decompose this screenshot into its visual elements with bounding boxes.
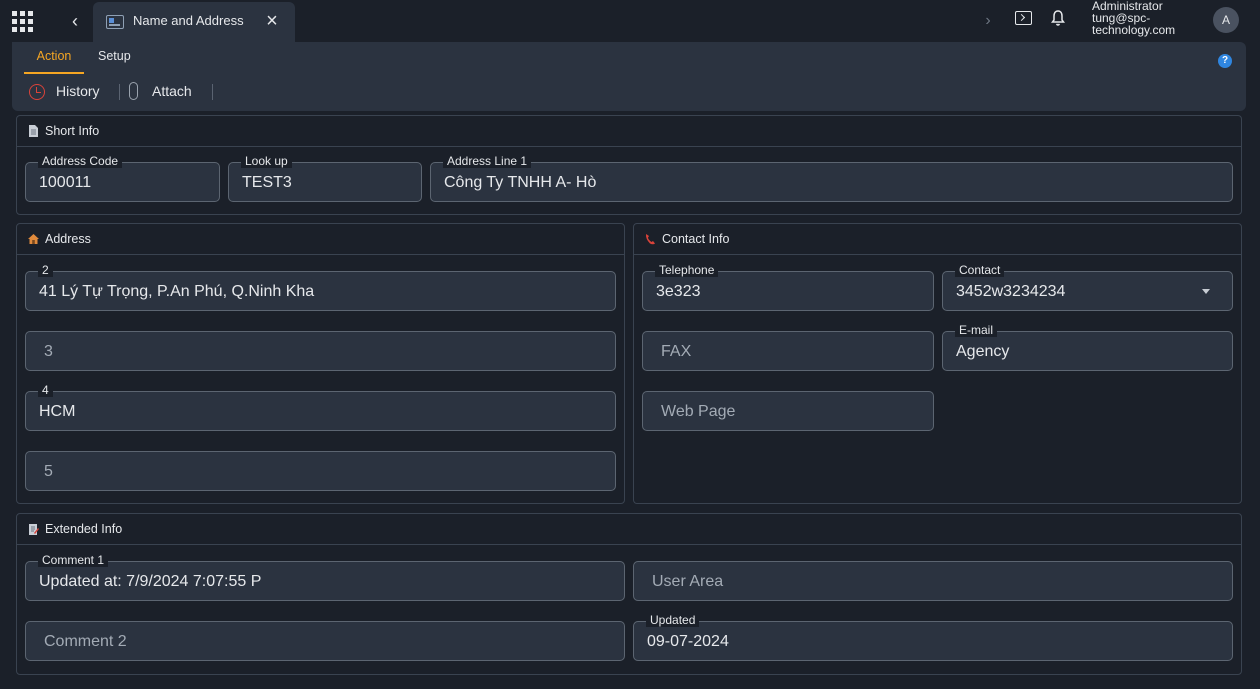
- section-header: Contact Info: [634, 224, 1241, 255]
- address-line-3-field[interactable]: 3: [25, 331, 616, 371]
- paperclip-icon[interactable]: [129, 82, 138, 100]
- short-info-section: Short Info Address Code 100011 Look up T…: [16, 115, 1242, 215]
- field-value: 100011: [39, 174, 92, 191]
- dropdown-caret-icon[interactable]: [1202, 289, 1210, 294]
- field-label: Address Code: [38, 154, 123, 168]
- user-area-field[interactable]: User Area: [633, 561, 1233, 601]
- field-value: Công Ty TNHH A- Hò: [444, 174, 597, 191]
- tab-setup[interactable]: Setup: [98, 42, 134, 74]
- field-placeholder: Comment 2: [44, 633, 127, 650]
- field-label: Telephone: [655, 263, 719, 277]
- section-title: Contact Info: [662, 232, 730, 246]
- field-value: 3e323: [656, 283, 701, 300]
- look-up-field[interactable]: Look up TEST3: [228, 154, 422, 202]
- chevron-right-icon[interactable]: ›: [980, 10, 996, 32]
- comment-2-field[interactable]: Comment 2: [25, 621, 625, 661]
- address-line-2-field[interactable]: 2 41 Lý Tự Trọng, P.An Phú, Q.Ninh Kha: [25, 263, 616, 311]
- field-value: 09-07-2024: [647, 633, 729, 650]
- top-bar: ‹ Name and Address × › Administrator tun…: [0, 0, 1260, 42]
- field-value: HCM: [39, 403, 76, 420]
- section-header: Address: [17, 224, 624, 255]
- attach-button[interactable]: Attach: [152, 83, 192, 99]
- address-line-4-field[interactable]: 4 HCM: [25, 383, 616, 431]
- apps-grid-icon[interactable]: [12, 11, 33, 32]
- action-toolbar: Action Setup ? History Attach: [12, 42, 1246, 111]
- close-icon[interactable]: ×: [262, 11, 282, 31]
- history-icon[interactable]: [29, 84, 45, 100]
- section-header: Extended Info: [17, 514, 1241, 545]
- field-label: E-mail: [955, 323, 998, 337]
- tab-name-and-address[interactable]: Name and Address ×: [93, 2, 295, 42]
- field-placeholder: Web Page: [661, 403, 736, 420]
- field-value: Updated at: 7/9/2024 7:07:55 P: [39, 573, 262, 590]
- window-icon: [106, 15, 124, 29]
- field-label: Comment 1: [38, 553, 109, 567]
- house-icon: [28, 234, 39, 244]
- user-email-line2: technology.com: [1092, 23, 1176, 37]
- toolbar-divider: [212, 84, 213, 100]
- telephone-field[interactable]: Telephone 3e323: [642, 263, 934, 311]
- field-label: 4: [38, 383, 53, 397]
- user-info[interactable]: Administrator tung@spc- technology.com: [1092, 0, 1202, 36]
- phone-icon: [645, 234, 655, 245]
- field-label: Look up: [241, 154, 292, 168]
- fax-field[interactable]: FAX: [642, 331, 934, 371]
- field-placeholder: User Area: [652, 573, 724, 590]
- comment-1-field[interactable]: Comment 1 Updated at: 7/9/2024 7:07:55 P: [25, 553, 625, 601]
- field-label: Contact: [955, 263, 1005, 277]
- extended-info-section: Extended Info Comment 1 Updated at: 7/9/…: [16, 513, 1242, 675]
- field-placeholder: 5: [44, 463, 53, 480]
- tab-title: Name and Address: [133, 13, 244, 28]
- field-value: 41 Lý Tự Trọng, P.An Phú, Q.Ninh Kha: [39, 283, 315, 300]
- field-label: 2: [38, 263, 53, 277]
- field-label: Address Line 1: [443, 154, 532, 168]
- chevron-left-icon[interactable]: ‹: [66, 10, 84, 32]
- field-value: TEST3: [242, 174, 292, 191]
- address-code-field[interactable]: Address Code 100011: [25, 154, 220, 202]
- avatar[interactable]: A: [1213, 7, 1239, 33]
- address-line-5-field[interactable]: 5: [25, 451, 616, 491]
- section-title: Extended Info: [45, 522, 123, 536]
- notepad-icon: [29, 524, 39, 535]
- address-line-1-field[interactable]: Address Line 1 Công Ty TNHH A- Hò: [430, 154, 1233, 202]
- field-value: 3452w3234234: [956, 283, 1066, 300]
- field-label: Updated: [646, 613, 700, 627]
- bell-icon[interactable]: [1050, 9, 1066, 27]
- web-page-field[interactable]: Web Page: [642, 391, 934, 431]
- history-button[interactable]: History: [56, 83, 100, 99]
- document-icon: [29, 125, 38, 137]
- field-placeholder: 3: [44, 343, 53, 360]
- console-icon[interactable]: [1015, 11, 1032, 25]
- address-section: Address 2 41 Lý Tự Trọng, P.An Phú, Q.Ni…: [16, 223, 625, 504]
- updated-field[interactable]: Updated 09-07-2024: [633, 613, 1233, 661]
- tab-action[interactable]: Action: [24, 42, 84, 74]
- field-placeholder: FAX: [661, 343, 692, 360]
- toolbar-divider: [119, 84, 120, 100]
- contact-info-section: Contact Info Telephone 3e323 Contact 345…: [633, 223, 1242, 504]
- contact-select[interactable]: Contact 3452w3234234: [942, 263, 1233, 311]
- section-title: Short Info: [45, 124, 100, 138]
- field-value: Agency: [956, 343, 1010, 360]
- help-icon[interactable]: ?: [1218, 54, 1232, 68]
- email-field[interactable]: E-mail Agency: [942, 323, 1233, 371]
- section-header: Short Info: [17, 116, 1241, 147]
- section-title: Address: [45, 232, 91, 246]
